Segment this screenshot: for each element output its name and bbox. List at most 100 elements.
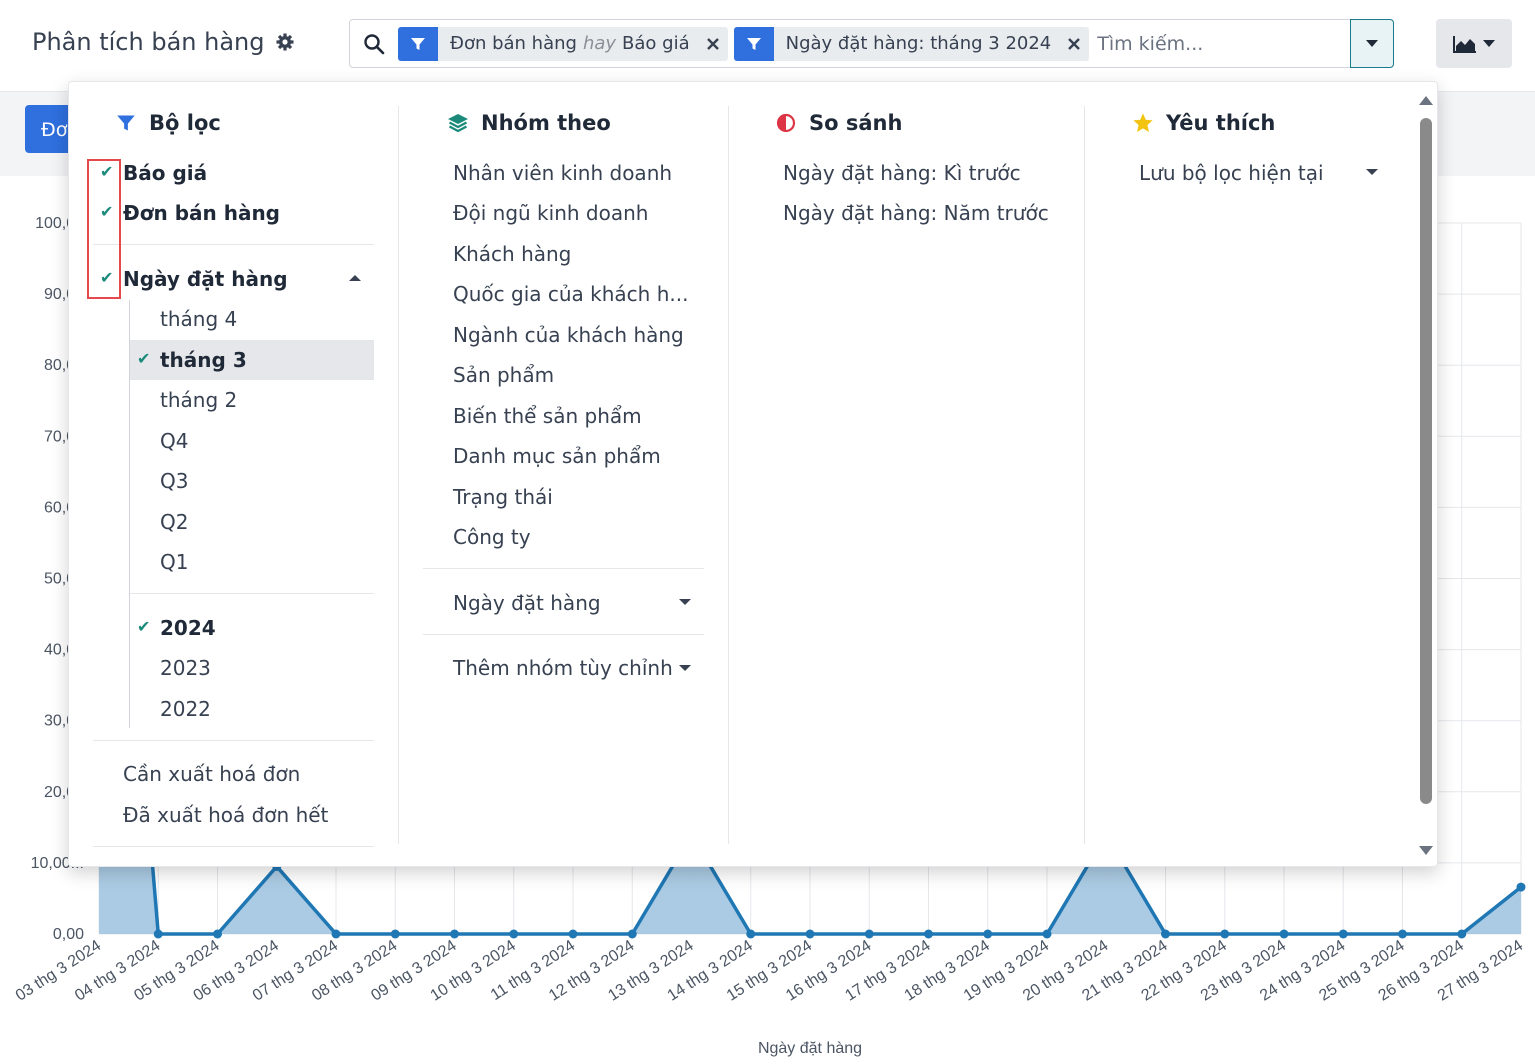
check-icon: ✔ [137, 349, 151, 368]
layers-icon [447, 112, 469, 134]
half-circle-icon [775, 112, 797, 134]
data-point [746, 929, 756, 939]
y-tick-label: 0,00 [53, 926, 84, 943]
data-point [390, 929, 400, 939]
groupby-customer-industry[interactable]: Ngành của khách hàng [453, 323, 684, 347]
data-point [213, 929, 222, 939]
filters-heading: Bộ lọc [115, 111, 221, 135]
groupby-product-variant[interactable]: Biến thể sản phẩm [453, 404, 642, 428]
area-chart-icon [1453, 35, 1476, 53]
search-icon[interactable] [350, 20, 398, 67]
groupby-heading: Nhóm theo [447, 111, 611, 135]
facet-label: Ngày đặt hàng: tháng 3 2024 [785, 33, 1052, 54]
facet-order-date: Ngày đặt hàng: tháng 3 2024 [733, 26, 1090, 61]
groupby-order-date[interactable]: Ngày đặt hàng [453, 591, 601, 615]
data-point [450, 929, 459, 939]
scroll-down-icon[interactable] [1419, 846, 1433, 855]
search-input[interactable] [1097, 32, 1338, 55]
compare-heading: So sánh [775, 111, 902, 135]
date-option-february[interactable]: tháng 2 [160, 388, 237, 412]
page-title: Phân tích bán hàng [32, 28, 265, 56]
chart-type-button[interactable] [1436, 19, 1512, 68]
column-divider [398, 106, 399, 844]
data-point [153, 929, 163, 939]
x-axis-label: Ngày đặt hàng [758, 1040, 862, 1057]
filter-quotations[interactable]: Báo giá [123, 161, 207, 185]
data-point [1279, 929, 1289, 939]
date-option-q3[interactable]: Q3 [160, 469, 188, 493]
highlight-box [87, 159, 121, 299]
caret-down-icon[interactable] [1366, 169, 1378, 175]
date-option-april[interactable]: tháng 4 [160, 307, 237, 331]
data-point [1516, 882, 1526, 892]
year-option-2024[interactable]: 2024 [160, 616, 216, 640]
data-point [864, 929, 874, 939]
groupby-customer-country[interactable]: Quốc gia của khách h... [453, 282, 688, 306]
data-point [627, 929, 637, 939]
filter-icon [733, 26, 774, 61]
compare-previous-year[interactable]: Ngày đặt hàng: Năm trước [783, 201, 1049, 225]
chevron-down-icon [1483, 39, 1495, 47]
caret-down-icon[interactable] [679, 599, 691, 605]
caret-up-icon[interactable] [349, 275, 361, 281]
filter-icon [115, 112, 137, 134]
check-icon: ✔ [137, 617, 151, 636]
data-point [331, 929, 341, 939]
data-point [924, 929, 933, 939]
divider [93, 740, 374, 741]
filter-sales-orders[interactable]: Đơn bán hàng [123, 201, 280, 225]
chevron-down-icon [1366, 39, 1378, 47]
year-option-2023[interactable]: 2023 [160, 656, 211, 680]
data-point [1220, 929, 1230, 939]
data-point [983, 929, 993, 939]
groupby-status[interactable]: Trạng thái [453, 485, 553, 509]
facet-label: Đơn bán hàng hay Báo giá [450, 33, 690, 54]
column-divider [728, 106, 729, 844]
filter-to-invoice[interactable]: Cần xuất hoá đơn [123, 762, 300, 786]
date-option-march[interactable]: tháng 3 [160, 348, 247, 372]
facet-order-type: Đơn bán hàng hay Báo giá [398, 26, 728, 61]
column-divider [1084, 106, 1085, 844]
divider [423, 634, 704, 635]
save-current-search[interactable]: Lưu bộ lọc hiện tại [1139, 161, 1324, 185]
caret-down-icon[interactable] [679, 665, 691, 671]
data-point [509, 929, 519, 939]
groupby-product-category[interactable]: Danh mục sản phẩm [453, 444, 661, 468]
data-point [568, 929, 578, 939]
divider [130, 593, 374, 594]
divider [93, 846, 374, 847]
scroll-up-icon[interactable] [1419, 96, 1433, 105]
data-point [1457, 929, 1467, 939]
groupby-add-custom[interactable]: Thêm nhóm tùy chỉnh [453, 656, 673, 680]
filter-fully-invoiced[interactable]: Đã xuất hoá đơn hết [123, 803, 328, 827]
year-option-2022[interactable]: 2022 [160, 697, 211, 721]
date-option-q4[interactable]: Q4 [160, 429, 188, 453]
star-icon [1132, 112, 1154, 134]
breadcrumb: Phân tích bán hàng [32, 28, 295, 56]
data-point [1161, 929, 1170, 939]
divider [423, 568, 704, 569]
favorites-heading: Yêu thích [1132, 111, 1275, 135]
groupby-company[interactable]: Công ty [453, 525, 531, 549]
date-option-q1[interactable]: Q1 [160, 550, 188, 574]
search-panel-toggle-button[interactable] [1350, 19, 1394, 68]
close-icon[interactable] [1059, 27, 1089, 61]
gear-icon[interactable] [275, 32, 295, 52]
data-point [805, 929, 815, 939]
data-point [1338, 929, 1348, 939]
filter-order-date[interactable]: Ngày đặt hàng [123, 267, 288, 291]
scrollbar-thumb[interactable] [1420, 118, 1432, 804]
groupby-customer[interactable]: Khách hàng [453, 242, 571, 266]
groupby-sales-team[interactable]: Đội ngũ kinh doanh [453, 201, 648, 225]
compare-previous-period[interactable]: Ngày đặt hàng: Kì trước [783, 161, 1021, 185]
groupby-salesperson[interactable]: Nhân viên kinh doanh [453, 161, 672, 185]
date-option-q2[interactable]: Q2 [160, 510, 188, 534]
search-options-dropdown: Bộ lọc ✔ Báo giá ✔ Đơn bán hàng ✔ Ngày đ… [68, 81, 1438, 867]
data-point [1398, 929, 1407, 939]
data-point [1042, 929, 1052, 939]
filter-icon [398, 26, 438, 61]
divider [93, 244, 374, 245]
close-icon[interactable] [698, 27, 728, 61]
search-bar: Đơn bán hàng hay Báo giá Ngày đặt hàng: th… [349, 19, 1394, 68]
groupby-product[interactable]: Sản phẩm [453, 363, 554, 387]
